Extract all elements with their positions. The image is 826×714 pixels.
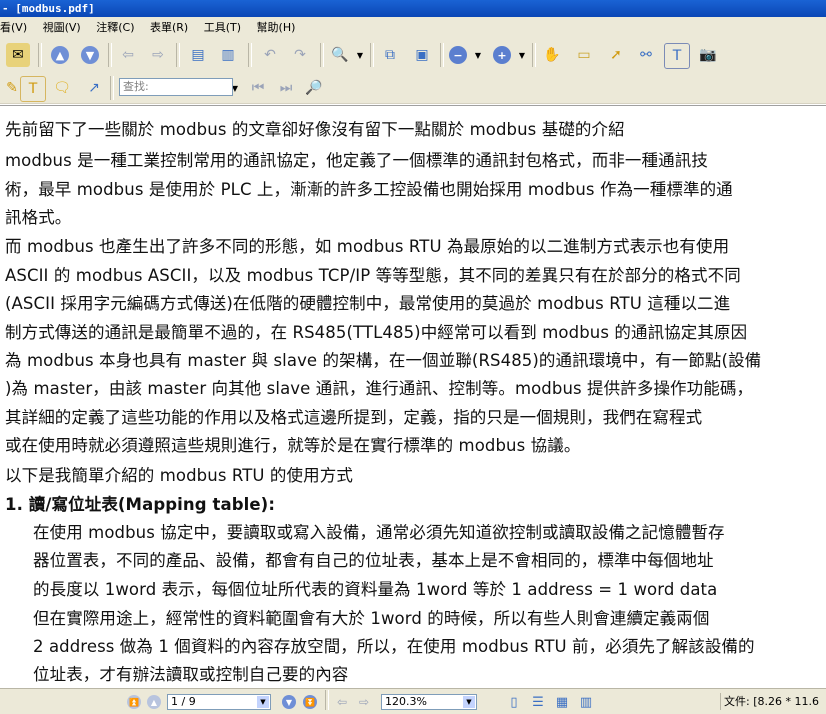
document-line: 為 modbus 本身也具有 master 與 slave 的架構，在一個並聯(… <box>5 351 762 370</box>
minus-icon: − <box>449 46 467 64</box>
document-line-indented: 但在實際用途上，經常性的資料範圍會有大於 1word 的時候，所以有些人則會連續… <box>33 609 710 628</box>
toolbar-separator <box>370 43 374 67</box>
page-number: 1 / 9 <box>171 695 196 708</box>
chevron-down-icon[interactable]: ▼ <box>518 43 526 67</box>
section-heading: 1. 讀/寫位址表(Mapping table): <box>5 495 276 514</box>
last-page-icon: ⏬ <box>303 695 317 709</box>
document-line-indented: 位址表，才有辦法讀取或控制自己要的內容 <box>33 665 349 684</box>
continuous-view-icon[interactable]: ☰ <box>526 690 550 714</box>
main-toolbar: ✉ ▲ ▼ ⇦ ⇨ ▤ ▥ ↶ ↷ 🔍 ▼ ⧉ ▣ − ▼ + ▼ ✋ ▭ ➚ … <box>0 38 826 74</box>
window-title-bar: - [modbus.pdf] <box>0 0 826 17</box>
menu-tools[interactable]: 工具(T) <box>198 17 247 38</box>
note-icon[interactable]: 🗨 <box>50 76 74 100</box>
zoom-in-button[interactable]: + <box>490 43 514 67</box>
forward-arrow-icon[interactable]: ⇨ <box>352 690 376 714</box>
document-line: 先前留下了一些關於 modbus 的文章卻好像沒有留下一點關於 modbus 基… <box>5 120 625 139</box>
arrow-icon[interactable]: ↗ <box>82 76 106 100</box>
document-line-indented: 2 address 做為 1 個資料的內容存放空間，所以，在使用 modbus … <box>33 637 755 656</box>
document-size-info: 文件: [8.26 * 11.6 <box>720 693 826 710</box>
document-line: 其詳細的定義了這些功能的作用以及格式這邊所提到，定義，指的只是一個規則，我們在寫… <box>5 408 703 427</box>
document-line-indented: 的長度以 1word 表示，每個位址所代表的資料量為 1word 等於 1 ad… <box>33 580 718 599</box>
toolbar-separator <box>320 43 324 67</box>
typewriter-icon[interactable]: T <box>664 43 690 69</box>
window-title: - [modbus.pdf] <box>2 2 95 15</box>
find-next-icon[interactable]: ⏭ <box>274 76 298 100</box>
pointer-icon[interactable]: ➚ <box>604 43 628 67</box>
extract-page-icon[interactable]: ▥ <box>216 43 240 67</box>
zoom-out-button[interactable]: − <box>446 43 470 67</box>
chevron-down-icon[interactable]: ▼ <box>257 696 269 708</box>
zoom-level: 120.3% <box>385 695 427 708</box>
menu-view[interactable]: 視圖(V) <box>37 17 87 38</box>
document-line-indented: 在使用 modbus 協定中，要讀取或寫入設備，通常必須先知道欲控制或讀取設備之… <box>33 523 725 542</box>
camera-icon[interactable]: 📷 <box>696 43 720 67</box>
continuous-facing-view-icon[interactable]: ▥ <box>574 690 598 714</box>
menu-help[interactable]: 幫助(H) <box>251 17 302 38</box>
toolbar-separator <box>248 43 252 67</box>
previous-page-button[interactable]: ▲ <box>48 43 72 67</box>
toolbar-separator <box>176 43 180 67</box>
document-line-indented: 器位置表，不同的產品、設備，都會有自己的位址表，基本上是不會相同的，標準中每個地… <box>33 551 714 570</box>
toolbar-separator <box>532 43 536 67</box>
text-box-icon[interactable]: T <box>20 76 46 102</box>
zoom-field[interactable]: 120.3% ▼ <box>381 694 477 710</box>
facing-view-icon[interactable]: ▦ <box>550 690 574 714</box>
forward-arrow-icon[interactable]: ⇨ <box>146 43 170 67</box>
next-page-button[interactable]: ▼ <box>78 43 102 67</box>
arrow-down-icon: ▼ <box>81 46 99 64</box>
hand-tool-icon[interactable]: ✋ <box>540 43 564 67</box>
document-line: 以下是我簡單介紹的 modbus RTU 的使用方式 <box>5 466 353 485</box>
document-line: 制方式傳送的通訊是最簡單不過的，在 RS485(TTL485)中經常可以看到 m… <box>5 323 748 342</box>
fit-width-icon[interactable]: ▣ <box>410 43 434 67</box>
insert-page-icon[interactable]: ▤ <box>186 43 210 67</box>
document-line: modbus 是一種工業控制常用的通訊協定，他定義了一個標準的通訊封包格式，而非… <box>5 151 708 170</box>
menu-comments[interactable]: 注釋(C) <box>90 17 140 38</box>
toolbar-separator <box>108 43 112 67</box>
page-number-field[interactable]: 1 / 9 ▼ <box>167 694 271 710</box>
status-bar: ⏫ ▲ 1 / 9 ▼ ▼ ⏬ ⇦ ⇨ 120.3% ▼ ▯ ☰ ▦ ▥ 文件:… <box>0 688 826 714</box>
first-page-icon: ⏫ <box>127 695 141 709</box>
search-options-icon[interactable]: 🔎 <box>302 76 326 100</box>
menu-view-partial[interactable]: 看(V) <box>0 17 33 38</box>
back-arrow-icon[interactable]: ⇦ <box>330 690 354 714</box>
select-text-icon[interactable]: ▭ <box>572 43 596 67</box>
chevron-down-icon[interactable]: ▼ <box>463 696 475 708</box>
menu-bar: 看(V) 視圖(V) 注釋(C) 表單(R) 工具(T) 幫助(H) <box>0 17 826 38</box>
toolbar-separator <box>440 43 444 67</box>
zoom-tool-icon[interactable]: 🔍 <box>328 43 352 67</box>
arrow-up-icon: ▲ <box>51 46 69 64</box>
toolbar-separator <box>110 76 114 100</box>
menu-forms[interactable]: 表單(R) <box>144 17 194 38</box>
document-line: 或在使用時就必須遵照這些規則進行，就等於是在實行標準的 modbus 協議。 <box>5 436 581 455</box>
toolbar-separator <box>325 690 329 710</box>
previous-page-status-button[interactable]: ▲ <box>142 690 166 714</box>
redo-icon[interactable]: ↷ <box>288 43 312 67</box>
back-arrow-icon[interactable]: ⇦ <box>116 43 140 67</box>
document-line: (ASCII 採用字元編碼方式傳送)在低階的硬體控制中，最常使用的莫過於 mod… <box>5 294 731 313</box>
document-line: ASCII 的 modbus ASCII，以及 modbus TCP/IP 等等… <box>5 266 741 285</box>
document-line: )為 master，由該 master 向其他 slave 通訊，進行通訊、控制… <box>5 379 754 398</box>
arrow-up-icon: ▲ <box>147 695 161 709</box>
undo-icon[interactable]: ↶ <box>258 43 282 67</box>
document-line: 術，最早 modbus 是使用於 PLC 上，漸漸的許多工控設備也開始採用 mo… <box>5 180 733 199</box>
binoculars-icon[interactable]: ⚯ <box>634 43 658 67</box>
fit-page-icon[interactable]: ⧉ <box>378 43 402 67</box>
search-input[interactable]: 查找: <box>119 78 233 96</box>
chevron-down-icon[interactable]: ▼ <box>356 43 364 67</box>
email-icon[interactable]: ✉ <box>6 43 30 67</box>
document-view: 先前留下了一些關於 modbus 的文章卻好像沒有留下一點關於 modbus 基… <box>0 105 826 688</box>
chevron-down-icon[interactable]: ▼ <box>474 43 482 67</box>
document-line: 訊格式。 <box>5 208 72 227</box>
single-page-view-icon[interactable]: ▯ <box>502 690 526 714</box>
document-line: 而 modbus 也產生出了許多不同的形態，如 modbus RTU 為最原始的… <box>5 237 730 256</box>
arrow-down-icon: ▼ <box>282 695 296 709</box>
find-previous-icon[interactable]: ⏮ <box>246 76 270 100</box>
last-page-button[interactable]: ⏬ <box>298 690 322 714</box>
plus-icon: + <box>493 46 511 64</box>
toolbar-separator <box>38 43 42 67</box>
